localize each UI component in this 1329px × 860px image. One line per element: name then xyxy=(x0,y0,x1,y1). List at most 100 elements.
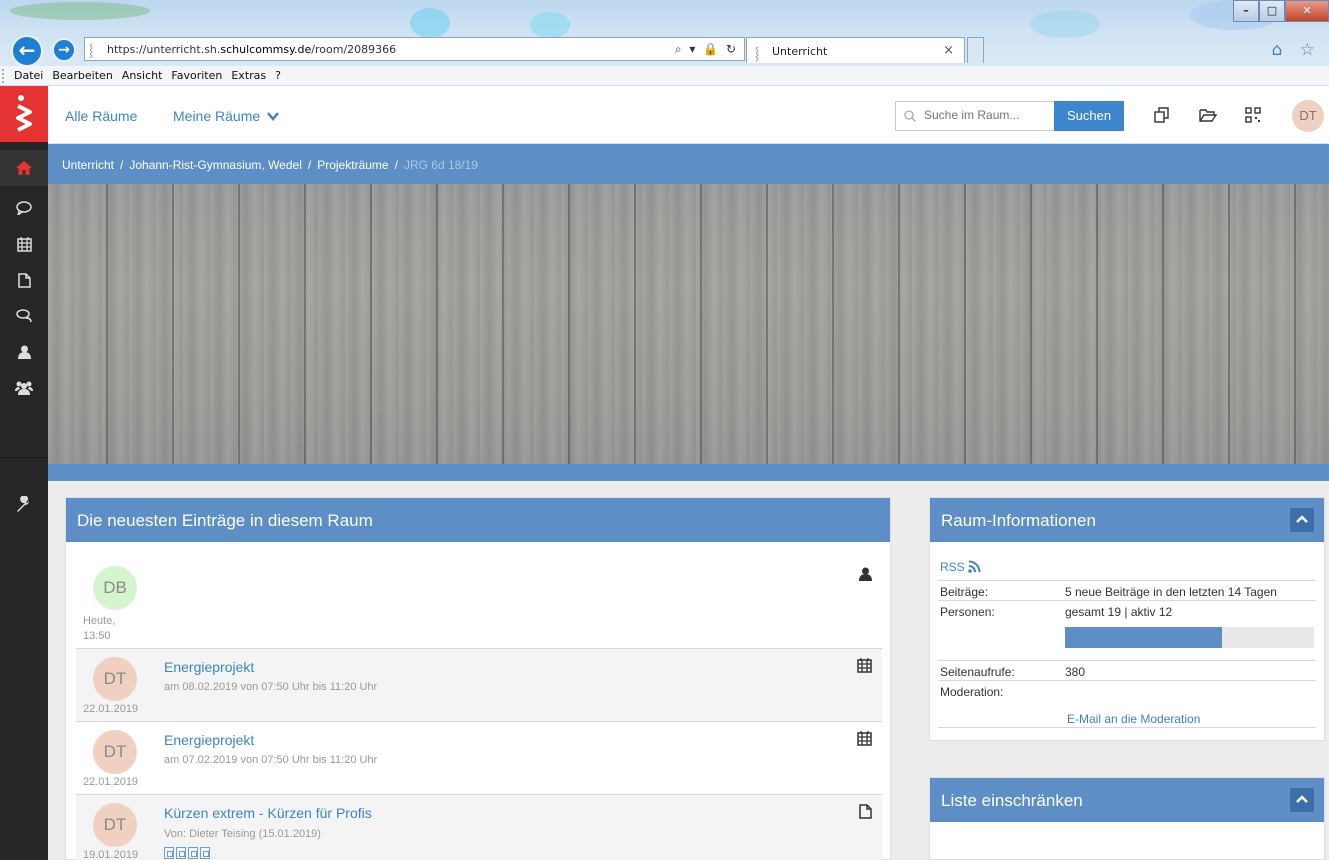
window-controls: – □ ✕ xyxy=(1233,0,1329,22)
active-members-progress xyxy=(1065,627,1314,648)
breadcrumb-item-project-rooms[interactable]: Projekträume xyxy=(317,158,388,172)
clipboard-icon[interactable] xyxy=(1153,106,1171,124)
minimize-button[interactable]: – xyxy=(1233,0,1259,22)
site-favicon-icon: ⸾ xyxy=(89,43,94,57)
info-value: gesamt 19 | aktiv 12 xyxy=(1065,605,1173,619)
address-controls[interactable]: ⌕ ▾ 🔒 ↻ xyxy=(675,42,738,57)
info-key: Personen: xyxy=(940,605,995,619)
wrench-icon xyxy=(17,496,29,512)
commsy-logo-icon xyxy=(16,95,32,132)
home-favorites-icons[interactable]: ⌂ ☆ xyxy=(1272,40,1321,60)
info-value: 380 xyxy=(1065,665,1086,679)
calendar-icon xyxy=(16,236,32,252)
breadcrumb-item-school[interactable]: Johann-Rist-Gymnasium, Wedel xyxy=(129,158,302,172)
sidebar-item-home[interactable] xyxy=(0,150,48,186)
tab-close-icon[interactable]: × xyxy=(943,43,954,58)
search-button[interactable]: Suchen xyxy=(1054,101,1124,131)
chevron-up-icon xyxy=(1296,515,1308,523)
entry-title-link[interactable]: Energieprojekt xyxy=(164,732,254,748)
room-info-panel: Raum-Informationen RSS Beiträge: 5 neue … xyxy=(929,497,1325,741)
breadcrumb-separator: / xyxy=(307,158,312,172)
back-button[interactable]: ← xyxy=(11,35,43,67)
header-image-footer xyxy=(48,464,1329,481)
my-rooms-dropdown[interactable]: Meine Räume xyxy=(173,108,280,124)
sidebar-item-dates[interactable] xyxy=(0,226,48,262)
titlebar-decoration xyxy=(1030,10,1100,38)
breadcrumb-separator: / xyxy=(120,158,124,172)
menu-ansicht[interactable]: Ansicht xyxy=(122,69,163,82)
app-header: Alle Räume Meine Räume Suchen DT xyxy=(48,86,1329,144)
info-row-page-views: Seitenaufrufe: 380 xyxy=(938,660,1316,680)
sidebar-item-settings[interactable] xyxy=(0,486,48,522)
attachment-image-icon[interactable] xyxy=(176,847,186,859)
qr-code-icon[interactable] xyxy=(1244,106,1262,124)
room-header-image xyxy=(48,184,1329,466)
entry-title-link[interactable]: Energieprojekt xyxy=(164,659,254,675)
menu-bearbeiten[interactable]: Bearbeiten xyxy=(52,69,112,82)
avatar: DT xyxy=(93,803,137,847)
email-moderation-link[interactable]: E-Mail an die Moderation xyxy=(1067,712,1200,726)
all-rooms-link[interactable]: Alle Räume xyxy=(65,108,137,124)
info-row-posts: Beiträge: 5 neue Beiträge in den letzten… xyxy=(938,580,1316,600)
browser-tab[interactable]: ⸾ Unterricht × xyxy=(746,37,965,63)
breadcrumb-item-portal[interactable]: Unterricht xyxy=(62,158,114,172)
maximize-button[interactable]: □ xyxy=(1259,0,1285,22)
forward-button[interactable]: → xyxy=(52,38,76,62)
app-logo[interactable] xyxy=(0,86,48,142)
calendar-icon xyxy=(857,658,872,673)
sidebar-item-groups[interactable] xyxy=(0,370,48,406)
attachment-image-icon[interactable] xyxy=(188,847,198,859)
collapse-room-info-button[interactable] xyxy=(1290,508,1314,532)
rss-label: RSS xyxy=(940,560,965,574)
filter-panel: Liste einschränken xyxy=(929,777,1325,860)
browser-titlebar: ← → ⸾ https://unterricht.sh.schulcommsy.… xyxy=(0,0,1329,67)
sidebar-item-materials[interactable] xyxy=(0,262,48,298)
user-avatar[interactable]: DT xyxy=(1292,100,1324,132)
search-input[interactable] xyxy=(924,108,1050,122)
close-window-button[interactable]: ✕ xyxy=(1285,0,1329,22)
browser-menubar: Datei Bearbeiten Ansicht Favoriten Extra… xyxy=(0,66,1329,86)
new-tab-button[interactable] xyxy=(967,37,984,63)
folder-icon[interactable] xyxy=(1199,106,1217,124)
room-info-title: Raum-Informationen xyxy=(941,511,1096,530)
avatar: DT xyxy=(93,657,137,701)
address-bar[interactable]: ⸾ https://unterricht.sh.schulcommsy.de/r… xyxy=(84,37,745,61)
avatar: DT xyxy=(93,730,137,774)
sidebar-item-announcements[interactable] xyxy=(0,190,48,226)
entry-date: 19.01.2019 xyxy=(83,849,139,860)
sidebar-item-discussions[interactable] xyxy=(0,298,48,334)
list-item[interactable]: DT 22.01.2019 Energieprojekt am 08.02.20… xyxy=(76,649,882,722)
room-info-header: Raum-Informationen xyxy=(930,498,1324,542)
calendar-icon xyxy=(857,731,872,746)
chevron-up-icon xyxy=(1296,795,1308,803)
menu-help[interactable]: ? xyxy=(275,69,281,82)
my-rooms-label: Meine Räume xyxy=(173,108,261,124)
entry-date: 22.01.2019 xyxy=(83,776,139,788)
tab-title: Unterricht xyxy=(772,45,828,58)
breadcrumb: Unterricht / Johann-Rist-Gymnasium, Wedel /… xyxy=(48,144,1329,184)
menu-extras[interactable]: Extras xyxy=(231,69,266,82)
sidebar-item-persons[interactable] xyxy=(0,334,48,370)
entry-date: 22.01.2019 xyxy=(83,703,139,715)
chat-bubble-icon xyxy=(16,201,32,215)
menubar-grip xyxy=(2,68,8,83)
list-item[interactable]: DT 22.01.2019 Energieprojekt am 07.02.20… xyxy=(76,722,882,795)
attachment-image-icon[interactable] xyxy=(200,847,210,859)
breadcrumb-current: JRG 6d 18/19 xyxy=(403,158,478,172)
list-item[interactable]: DT 19.01.2019 Kürzen extrem - Kürzen für… xyxy=(76,795,882,860)
list-item[interactable]: DB Heute, 13:50 xyxy=(76,555,882,649)
latest-entries-title: Die neuesten Einträge in diesem Raum xyxy=(77,511,373,530)
entry-title-link[interactable]: Kürzen extrem - Kürzen für Profis xyxy=(164,805,372,821)
menu-datei[interactable]: Datei xyxy=(14,69,43,82)
rss-link[interactable]: RSS xyxy=(940,560,981,574)
group-icon xyxy=(15,381,33,395)
entry-meta: am 07.02.2019 von 07:50 Uhr bis 11:20 Uh… xyxy=(164,754,378,766)
url-text[interactable]: https://unterricht.sh.schulcommsy.de/roo… xyxy=(107,43,396,56)
attachment-list xyxy=(164,847,210,859)
sidebar-divider xyxy=(0,457,48,458)
collapse-filter-button[interactable] xyxy=(1290,788,1314,812)
entry-meta: Von: Dieter Teising (15.01.2019) xyxy=(164,828,321,840)
menu-favoriten[interactable]: Favoriten xyxy=(171,69,222,82)
room-search-field[interactable] xyxy=(895,101,1055,131)
attachment-image-icon[interactable] xyxy=(164,847,174,859)
